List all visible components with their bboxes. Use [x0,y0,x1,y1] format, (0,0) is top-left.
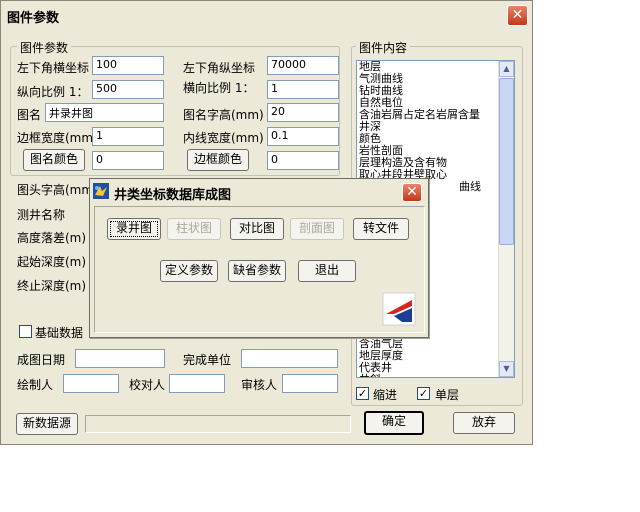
profile-chart-button[interactable]: 剖面图 [290,218,344,240]
title-height-label: 图名字高(mm) [183,108,264,122]
start-depth-label: 起始深度(m) [17,255,87,269]
checker-label: 校对人 [129,378,166,392]
date-label: 成图日期 [17,353,66,367]
h-scale-label: 横向比例 1： [183,81,255,95]
unit-input[interactable] [241,349,338,368]
check-icon: ✓ [357,387,368,400]
contents-group-legend: 图件内容 [356,39,411,56]
scroll-up-icon[interactable]: ▲ [499,61,514,77]
dialog-title: 井类坐标数据库成图 [114,188,232,203]
reviewer-label: 审核人 [241,378,278,392]
header-height-label: 图头字高(mm) [17,183,98,197]
list-item[interactable]: 井斜 [357,374,498,378]
v-scale-input[interactable]: 500 [92,80,164,99]
title-height-input[interactable]: 20 [267,103,339,122]
params-group-legend: 图件参数 [17,39,72,56]
exit-button[interactable]: 退出 [298,260,356,282]
inner-line-width-label: 内线宽度(mm) [183,131,264,145]
x-coord-label: 左下角横坐标 [17,61,90,75]
contents-scrollbar[interactable]: ▲ ▼ [498,61,514,377]
border-width-input[interactable]: 1 [92,127,164,146]
comparison-chart-button[interactable]: 对比图 [230,218,284,240]
well-name-label: 测井名称 [17,208,66,222]
new-data-source-button[interactable]: 新数据源 [16,413,78,435]
check-icon: ✓ [418,387,429,400]
height-drop-label: 高度落差(m) [17,231,87,245]
company-logo [382,292,416,326]
indent-checkbox[interactable]: ✓ [356,387,369,400]
scroll-thumb[interactable] [499,78,514,245]
ok-button[interactable]: 确定 [364,411,424,435]
list-item-partial[interactable]: 曲线 [457,181,481,193]
app-icon [93,183,109,199]
y-coord-label: 左下角纵坐标 [183,61,256,75]
unit-label: 完成单位 [183,353,232,367]
basic-data-label: 基础数据 [35,326,84,340]
reviewer-input[interactable] [282,374,338,393]
checker-input[interactable] [169,374,225,393]
inner-line-width-input[interactable]: 0.1 [267,127,339,146]
border-color-input[interactable]: 0 [267,151,339,170]
border-color-button[interactable]: 边框颜色 [187,149,249,171]
drawer-label: 绘制人 [17,378,54,392]
db-mapping-dialog: 井类坐标数据库成图 ✕ 录井图 柱状图 对比图 剖面图 转文件 定义参数 缺省参… [89,178,429,338]
indent-label: 缩进 [373,388,398,402]
y-coord-input[interactable]: 70000 [267,56,339,75]
v-scale-label: 纵向比例 1： [17,85,89,99]
h-scale-input[interactable]: 1 [267,80,339,99]
window-close-button[interactable]: ✕ [507,5,528,26]
dialog-close-button[interactable]: ✕ [402,183,422,202]
map-name-label: 图名 [17,108,42,122]
window-title: 图件参数 [7,11,60,26]
column-chart-button[interactable]: 柱状图 [167,218,221,240]
title-bar[interactable]: 图件参数 ✕ [1,1,532,29]
map-name-input[interactable]: 井录井图 [45,103,164,122]
log-chart-button[interactable]: 录井图 [107,218,161,240]
default-params-button[interactable]: 缺省参数 [228,260,286,282]
basic-data-checkbox[interactable] [19,325,32,338]
date-input[interactable] [75,349,165,368]
define-params-button[interactable]: 定义参数 [160,260,218,282]
border-width-label: 边框宽度(mm) [17,131,98,145]
single-layer-label: 单层 [435,388,460,402]
single-layer-checkbox[interactable]: ✓ [417,387,430,400]
end-depth-label: 终止深度(m) [17,279,87,293]
export-file-button[interactable]: 转文件 [353,218,409,240]
title-color-button[interactable]: 图名颜色 [23,149,85,171]
cancel-button[interactable]: 放弃 [453,412,515,434]
progress-bar [85,415,351,433]
scroll-down-icon[interactable]: ▼ [499,361,514,377]
x-coord-input[interactable]: 100 [92,56,164,75]
drawer-input[interactable] [63,374,119,393]
title-color-input[interactable]: 0 [92,151,164,170]
